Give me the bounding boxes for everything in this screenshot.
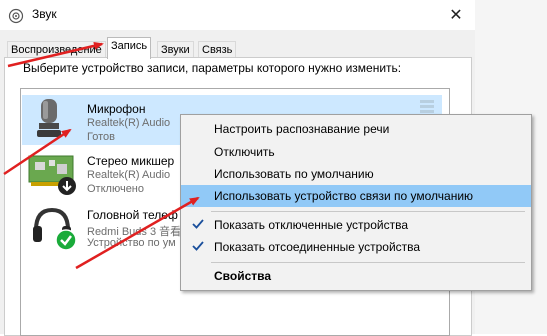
menu-item-set-default[interactable]: Использовать по умолчанию	[181, 163, 531, 185]
tab-playback[interactable]: Воспроизведение	[7, 41, 106, 58]
menu-item-label: Показать отключенные устройства	[214, 218, 409, 232]
tab-sounds[interactable]: Звуки	[157, 41, 194, 58]
close-icon: ✕	[449, 7, 463, 24]
menu-item-label: Использовать устройство связи по умолчан…	[214, 189, 474, 203]
device-name: Стерео микшер	[87, 154, 175, 168]
instruction-text: Выберите устройство записи, параметры ко…	[23, 61, 402, 75]
tab-recording[interactable]: Запись	[107, 37, 152, 59]
menu-item-show-disabled[interactable]: Показать отключенные устройства	[181, 214, 531, 236]
title-bar: Звук ✕	[0, 0, 547, 30]
menu-item-label: Свойства	[214, 269, 272, 283]
menu-item-label: Использовать по умолчанию	[214, 167, 374, 181]
menu-item-set-default-communication[interactable]: Использовать устройство связи по умолчан…	[181, 185, 531, 207]
headset-icon	[33, 207, 77, 251]
device-driver: Realtek(R) Audio	[87, 169, 171, 181]
device-status: Отключено	[87, 183, 144, 195]
menu-item-label: Показать отсоединенные устройства	[214, 240, 421, 254]
device-status: Устройство по ум	[87, 237, 176, 249]
checkmark-icon	[192, 219, 204, 229]
device-status: Готов	[87, 131, 115, 143]
window-title: Звук	[32, 7, 57, 21]
sound-card-icon	[28, 155, 76, 195]
menu-item-properties[interactable]: Свойства	[181, 265, 531, 287]
device-name: Микрофон	[87, 102, 146, 116]
speaker-icon	[8, 8, 24, 24]
menu-item-label: Отключить	[214, 145, 275, 159]
tab-communications[interactable]: Связь	[198, 41, 237, 58]
checkmark-icon	[192, 241, 204, 251]
menu-separator	[211, 262, 525, 263]
close-button[interactable]: ✕	[436, 0, 476, 30]
menu-separator	[211, 211, 525, 212]
microphone-icon	[37, 99, 61, 137]
device-driver: Realtek(R) Audio	[87, 117, 171, 129]
device-name: Головной телеф	[87, 208, 178, 222]
menu-item-configure-speech[interactable]: Настроить распознавание речи	[181, 118, 531, 140]
menu-item-show-disconnected[interactable]: Показать отсоединенные устройства	[181, 236, 531, 258]
menu-item-disable[interactable]: Отключить	[181, 141, 531, 163]
menu-item-label: Настроить распознавание речи	[214, 122, 390, 136]
context-menu: Настроить распознавание речи Отключить И…	[180, 114, 532, 291]
